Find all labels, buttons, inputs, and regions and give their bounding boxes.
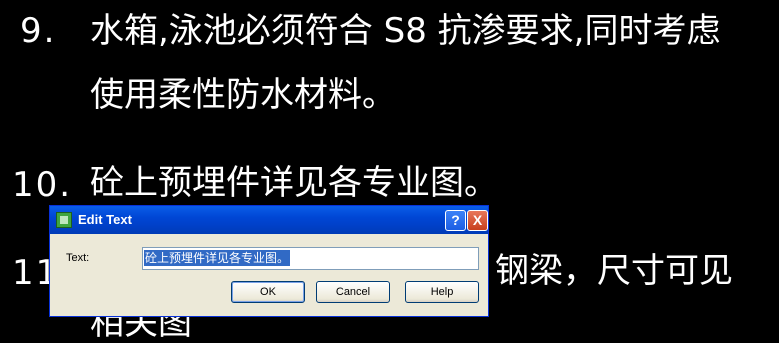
item-9-line-1: 水箱,泳池必须符合 S8 抗渗要求,同时考虑 — [90, 11, 721, 51]
app-icon — [56, 212, 72, 228]
text-field-label: Text: — [66, 252, 90, 264]
text-input-value[interactable]: 砼上预埋件详见各专业图。 — [144, 250, 291, 266]
item-number-10: 10. — [12, 165, 73, 205]
cancel-button[interactable]: Cancel — [316, 281, 390, 303]
item-number-9: 9. — [20, 11, 57, 51]
dialog-title: Edit Text — [78, 212, 132, 227]
ok-button[interactable]: OK — [231, 281, 305, 303]
item-9-line-2: 使用柔性防水材料。 — [90, 75, 396, 115]
item-10-text: 砼上预埋件详见各专业图。 — [90, 163, 498, 203]
help-title-button[interactable]: ? — [445, 210, 466, 231]
text-input[interactable]: 砼上预埋件详见各专业图。 — [142, 247, 479, 270]
dialog-titlebar[interactable]: Edit Text ? X — [50, 206, 488, 234]
close-button[interactable]: X — [467, 210, 488, 231]
edit-text-dialog: Edit Text ? X Text: 砼上预埋件详见各专业图。 OK Canc… — [49, 205, 489, 317]
help-button[interactable]: Help — [405, 281, 479, 303]
item-11-partial-text: 钢梁，尺寸可见 — [495, 251, 733, 291]
